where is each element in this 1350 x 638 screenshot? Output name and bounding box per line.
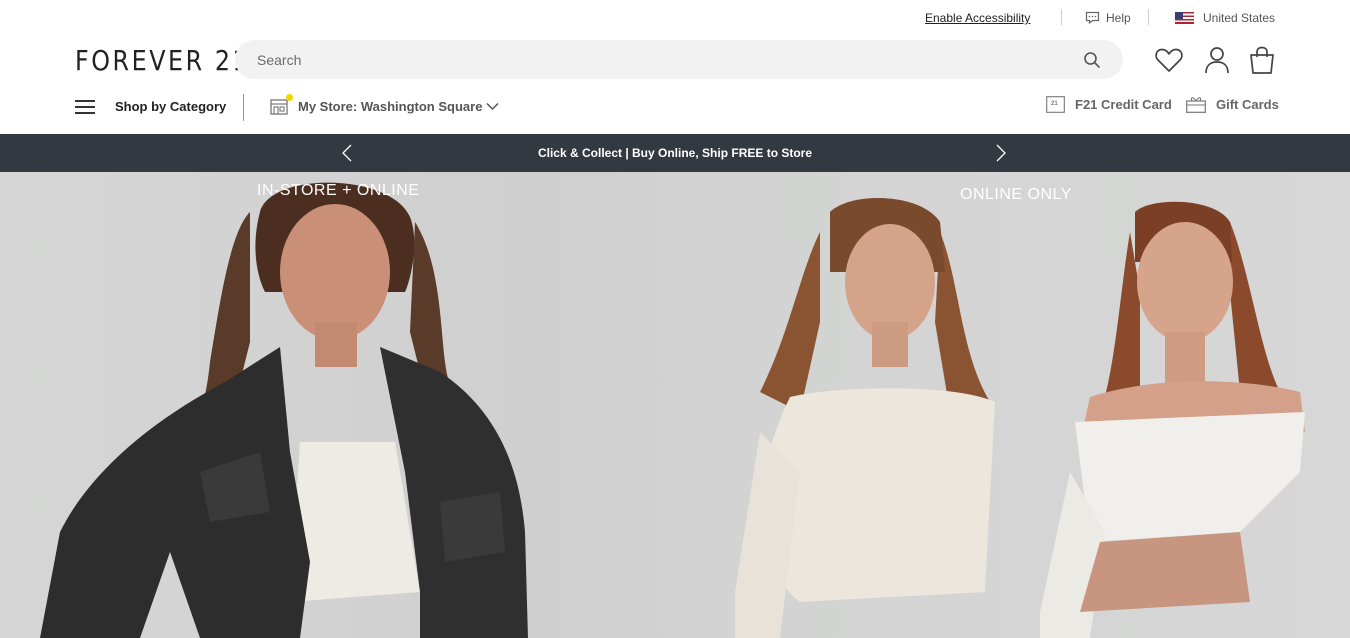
forever21-logo[interactable]: FOREVER 21 <box>75 44 250 77</box>
in-store-online-label[interactable]: IN-STORE + ONLINE <box>257 182 419 200</box>
credit-card-icon: 21 <box>1046 96 1065 113</box>
hero-banner[interactable]: IN-STORE + ONLINE ONLINE ONLY <box>0 172 1350 638</box>
my-store-label: My Store: Washington Square <box>298 99 483 114</box>
search-icon[interactable] <box>1083 51 1101 69</box>
help-link[interactable]: Help <box>1085 11 1131 25</box>
divider <box>1148 9 1149 25</box>
us-flag-icon <box>1175 12 1194 24</box>
svg-text:21: 21 <box>1051 101 1058 107</box>
hero-models-image <box>40 182 1305 638</box>
credit-card-label: F21 Credit Card <box>1075 97 1172 112</box>
chat-help-icon <box>1085 11 1100 25</box>
nav-row: Shop by Category My Store: Washington Sq… <box>0 90 1350 124</box>
chevron-right-icon[interactable] <box>994 144 1008 162</box>
divider <box>243 94 244 121</box>
wishlist-heart-icon[interactable] <box>1154 45 1184 75</box>
gift-card-icon <box>1186 97 1206 113</box>
chevron-down-icon <box>486 102 499 111</box>
account-user-icon[interactable] <box>1202 45 1232 75</box>
enable-accessibility-link[interactable]: Enable Accessibility <box>925 11 1030 25</box>
online-only-label[interactable]: ONLINE ONLY <box>960 186 1072 204</box>
help-label: Help <box>1106 11 1131 25</box>
promo-text[interactable]: Click & Collect | Buy Online, Ship FREE … <box>0 146 1350 160</box>
store-notification-dot <box>286 94 293 101</box>
gift-cards-label: Gift Cards <box>1216 97 1279 112</box>
utility-bar: Enable Accessibility Help United States <box>0 0 1350 36</box>
hamburger-menu-icon[interactable] <box>75 100 95 114</box>
country-selector[interactable]: United States <box>1175 11 1275 25</box>
search-input[interactable] <box>257 40 1057 79</box>
search-box <box>235 40 1123 79</box>
divider <box>1061 9 1062 25</box>
gift-cards-link[interactable]: Gift Cards <box>1186 96 1279 113</box>
shop-by-category-link[interactable]: Shop by Category <box>115 99 226 114</box>
f21-credit-card-link[interactable]: 21 F21 Credit Card <box>1046 96 1172 113</box>
promo-banner: Click & Collect | Buy Online, Ship FREE … <box>0 134 1350 172</box>
my-store-selector[interactable]: My Store: Washington Square <box>298 99 499 114</box>
country-label: United States <box>1203 11 1276 25</box>
shopping-bag-icon[interactable] <box>1247 45 1277 75</box>
